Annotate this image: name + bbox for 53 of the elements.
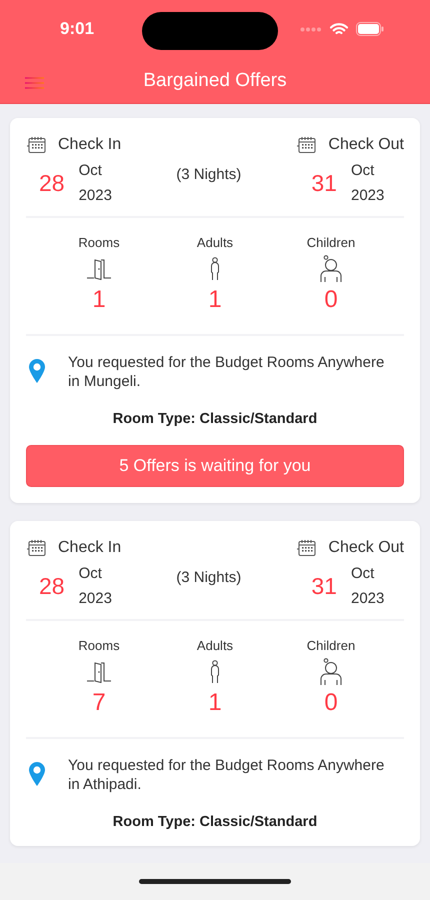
day-number: 28 [39,170,65,196]
year-text: 2023 [350,590,384,607]
month-text: Oct [350,565,376,582]
count-label: Rooms [78,235,120,250]
child-icon [319,255,343,283]
count-label: Adults [196,235,234,250]
wifi-icon [330,22,348,36]
calendar-icon [296,136,318,154]
child-icon [319,658,343,686]
count-label: Rooms [78,638,120,653]
door-icon [86,258,112,280]
count-value: 1 [208,689,222,717]
month-text: Oct [78,565,103,582]
month-text: Oct [78,162,103,179]
door-icon [86,661,112,683]
status-time: 9:01 [60,19,96,39]
request-text: You requested for the Budget Rooms Anywhere in Athipadi. [68,756,386,794]
menu-icon[interactable] [25,77,44,89]
battery-icon [356,22,384,36]
room-type-text: Room Type: Classic/Standard [112,411,318,427]
count-value: 1 [92,286,106,314]
room-type-text: Room Type: Classic/Standard [112,814,318,830]
date-label: Check Out [328,136,404,154]
day-number: 31 [311,170,337,196]
count-value: 0 [324,689,338,717]
nights-text: (3 Nights) [176,166,242,183]
count-label: Children [306,638,356,653]
month-text: Oct [350,162,376,179]
signal-icon [300,26,322,32]
screen-title: Bargained Offers [143,70,287,92]
count-label: Adults [196,638,234,653]
year-text: 2023 [350,187,384,204]
year-text: 2023 [78,590,112,607]
offers-button[interactable]: 5 Offers is waiting for you [26,445,404,487]
date-label: Check In [58,136,122,154]
location-pin-icon [28,761,46,787]
person-icon [209,660,221,684]
calendar-icon [296,539,318,557]
calendar-icon [26,136,48,154]
date-label: Check Out [328,539,404,557]
person-icon [209,257,221,281]
count-value: 1 [208,286,222,314]
calendar-icon [26,539,48,557]
count-label: Children [306,235,356,250]
count-value: 0 [324,286,338,314]
date-label: Check In [58,539,122,557]
day-number: 31 [311,572,337,600]
day-number: 28 [39,572,65,600]
nights-text: (3 Nights) [176,569,242,586]
request-text: You requested for the Budget Rooms Anywhere in Mungeli. [68,353,386,391]
count-value: 7 [92,689,106,717]
year-text: 2023 [78,187,112,204]
location-pin-icon [28,358,46,384]
